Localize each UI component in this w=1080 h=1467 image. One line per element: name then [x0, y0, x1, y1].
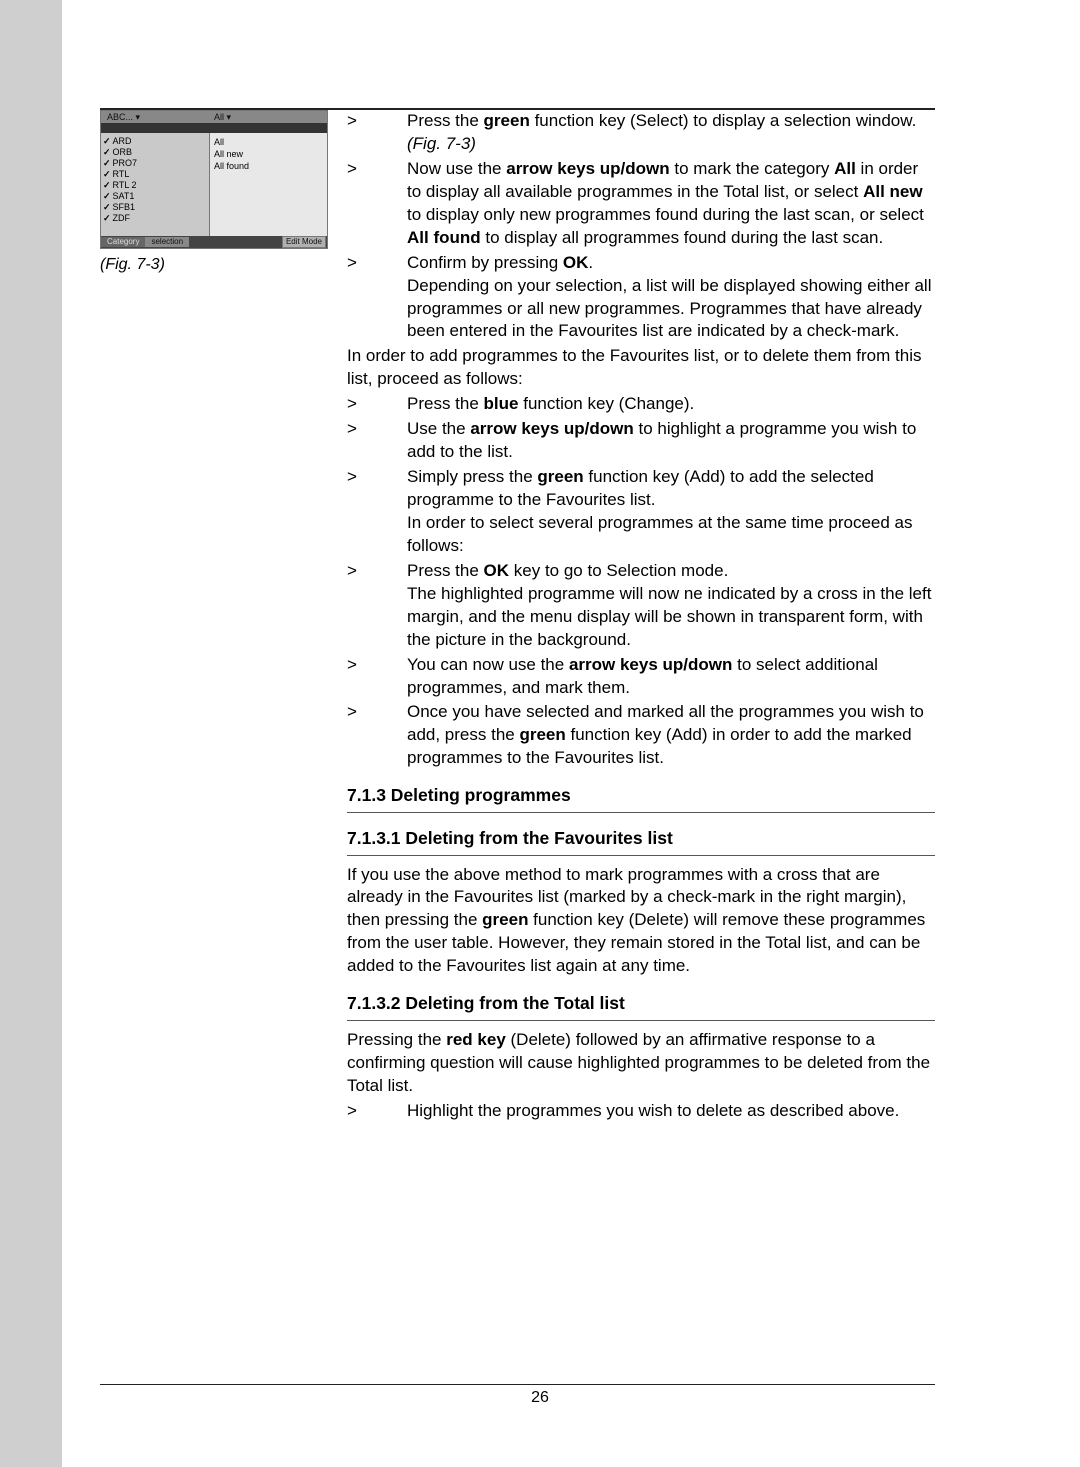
step-text: Press the green function key (Select) to…: [407, 110, 935, 156]
bottom-rule: [100, 1384, 935, 1386]
step: > Press the blue function key (Change).: [347, 393, 935, 416]
editmode-label: Edit Mode: [282, 236, 326, 248]
step-text: Once you have selected and marked all th…: [407, 701, 935, 770]
figure-7-3: ABC... ▾ All ▾ ✓ARD ✓ORB ✓PRO7 ✓RTL ✓RTL…: [100, 110, 328, 249]
list-item: ✓SAT1: [103, 191, 205, 202]
content: ABC... ▾ All ▾ ✓ARD ✓ORB ✓PRO7 ✓RTL ✓RTL…: [100, 108, 935, 1125]
abc-dropdown: ABC... ▾: [101, 111, 146, 123]
bullet: >: [347, 110, 407, 156]
step-text: Confirm by pressing OK.Depending on your…: [407, 252, 935, 344]
list-item: All new: [214, 148, 323, 160]
heading-7131: 7.1.3.1 Deleting from the Favourites lis…: [347, 827, 935, 856]
list-item: ✓RTL: [103, 169, 205, 180]
paragraph: Pressing the red key (Delete) followed b…: [347, 1029, 935, 1098]
step-text: Press the blue function key (Change).: [407, 393, 935, 416]
main-column: > Press the green function key (Select) …: [347, 110, 935, 1125]
selection-label: selection: [145, 237, 189, 248]
bullet: >: [347, 158, 407, 250]
bullet: >: [347, 654, 407, 700]
list-item: ✓RTL 2: [103, 180, 205, 191]
list-item: All: [214, 136, 323, 148]
paragraph: In order to add programmes to the Favour…: [347, 345, 935, 391]
all-dropdown: All ▾: [214, 111, 231, 123]
list-item: All found: [214, 160, 323, 172]
figure-caption: (Fig. 7-3): [100, 254, 340, 276]
list-item: ✓ZDF: [103, 213, 205, 224]
step-text: Highlight the programmes you wish to del…: [407, 1100, 935, 1123]
heading-713: 7.1.3 Deleting programmes: [347, 784, 935, 813]
paragraph: If you use the above method to mark prog…: [347, 864, 935, 979]
list-item: ✓ARD: [103, 136, 205, 147]
step: > You can now use the arrow keys up/down…: [347, 654, 935, 700]
step: > Press the green function key (Select) …: [347, 110, 935, 156]
bullet: >: [347, 701, 407, 770]
bullet: >: [347, 1100, 407, 1123]
heading-7132: 7.1.3.2 Deleting from the Total list: [347, 992, 935, 1021]
left-sidebar: [0, 0, 62, 1467]
figure-header: ABC... ▾ All ▾: [101, 111, 327, 123]
page: ABC... ▾ All ▾ ✓ARD ✓ORB ✓PRO7 ✓RTL ✓RTL…: [0, 0, 1080, 1467]
figure-column: ABC... ▾ All ▾ ✓ARD ✓ORB ✓PRO7 ✓RTL ✓RTL…: [100, 110, 340, 276]
list-item: ✓SFB1: [103, 202, 205, 213]
step: > Confirm by pressing OK.Depending on yo…: [347, 252, 935, 344]
page-number: 26: [0, 1387, 1080, 1409]
category-label: Category: [101, 237, 145, 248]
step: > Now use the arrow keys up/down to mark…: [347, 158, 935, 250]
bullet: >: [347, 418, 407, 464]
bullet: >: [347, 560, 407, 652]
list-item: ✓ORB: [103, 147, 205, 158]
step-text: You can now use the arrow keys up/down t…: [407, 654, 935, 700]
figure-footer: Category selection Edit Mode: [101, 236, 327, 248]
step: > Use the arrow keys up/down to highligh…: [347, 418, 935, 464]
channel-list: ✓ARD ✓ORB ✓PRO7 ✓RTL ✓RTL 2 ✓SAT1 ✓SFB1 …: [101, 133, 209, 236]
list-item: ✓PRO7: [103, 158, 205, 169]
options-list: All All new All found: [209, 133, 327, 236]
step: > Highlight the programmes you wish to d…: [347, 1100, 935, 1123]
step-text: Use the arrow keys up/down to highlight …: [407, 418, 935, 464]
figure-subbar: [101, 123, 327, 133]
step: > Simply press the green function key (A…: [347, 466, 935, 558]
step-text: Now use the arrow keys up/down to mark t…: [407, 158, 935, 250]
bullet: >: [347, 466, 407, 558]
bullet: >: [347, 252, 407, 344]
step: > Once you have selected and marked all …: [347, 701, 935, 770]
step: > Press the OK key to go to Selection mo…: [347, 560, 935, 652]
bullet: >: [347, 393, 407, 416]
step-text: Simply press the green function key (Add…: [407, 466, 935, 558]
step-text: Press the OK key to go to Selection mode…: [407, 560, 935, 652]
figure-body: ✓ARD ✓ORB ✓PRO7 ✓RTL ✓RTL 2 ✓SAT1 ✓SFB1 …: [101, 133, 327, 236]
